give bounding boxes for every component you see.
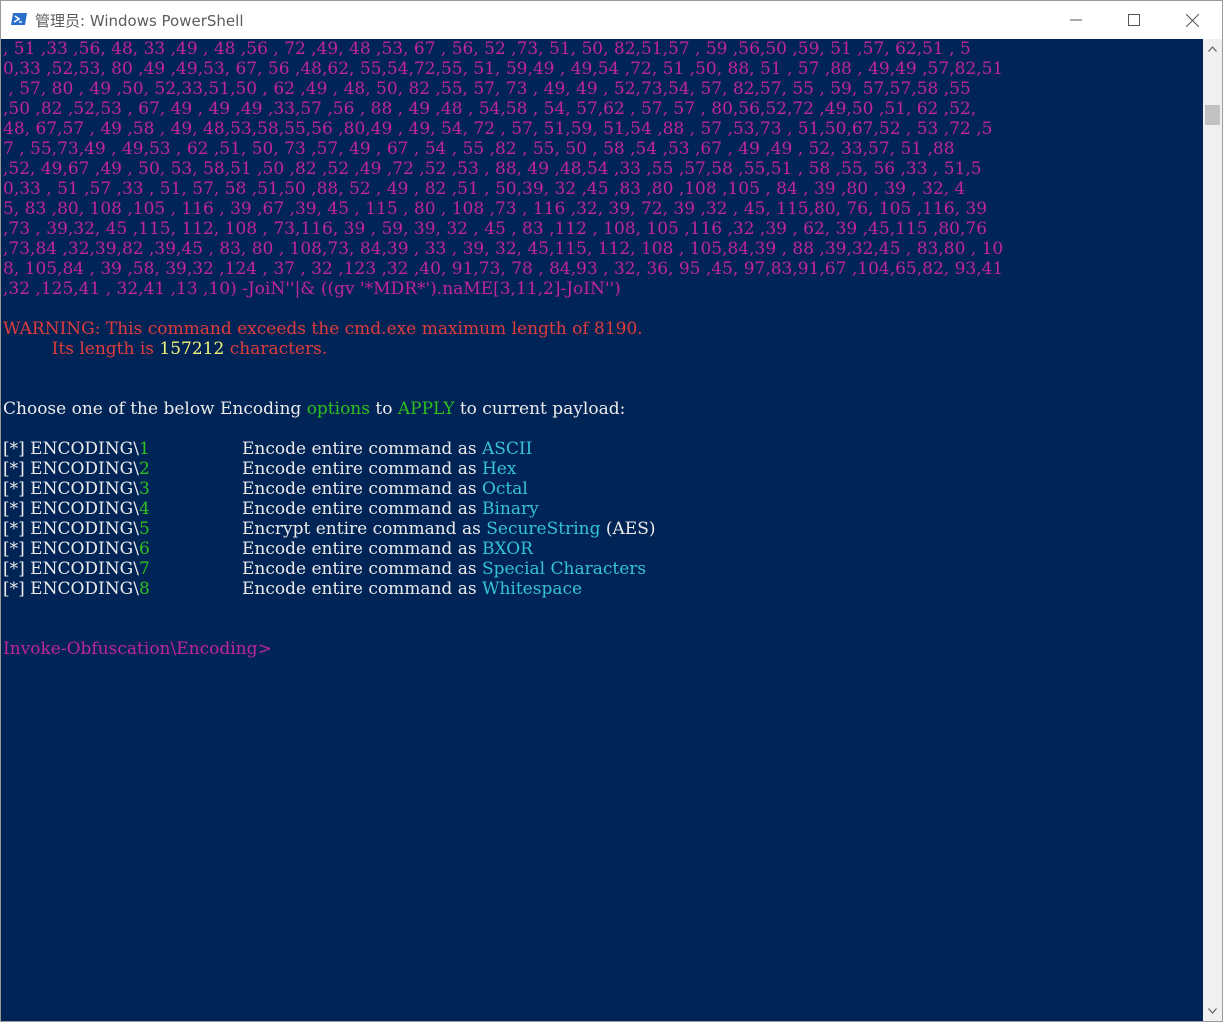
payload-line: , 51 ,33 ,56, 48, 33 ,49 , 48 ,56 , 72 ,… [3,39,971,59]
payload-line: ,32 ,125,41 , 32,41 ,13 ,10) -JoiN''|& (… [3,279,621,299]
option-prefix: [*] ENCODING\ [3,459,139,479]
option-method: Whitespace [481,579,583,599]
payload-line: ,73 , 39,32, 45 ,115, 112, 108 , 73,116,… [3,219,988,239]
option-number: 6 [138,539,150,559]
powershell-window: 管理员: Windows PowerShell , 51 ,33 ,56, 48… [0,0,1223,1022]
option-description: Encode entire command as [242,479,482,499]
options-keyword: options [306,399,370,419]
window-title: 管理员: Windows PowerShell [35,12,244,30]
option-description: Encode entire command as [242,559,482,579]
payload-line: ,73,84 ,32,39,82 ,39,45 , 83, 80 , 108,7… [3,239,1004,259]
option-prefix: [*] ENCODING\ [3,439,139,459]
encoding-option-5: [*] ENCODING\5 Encrypt entire command as … [3,519,1193,539]
maximize-icon [1128,14,1140,26]
option-prefix: [*] ENCODING\ [3,559,139,579]
option-method: Hex [481,459,517,479]
scrollbar-thumb[interactable] [1205,105,1220,125]
payload-line: , 57, 80 , 49 ,50, 52,33,51,50 , 62 ,49 … [3,79,971,99]
powershell-icon [11,11,27,27]
option-description: Encode entire command as [242,499,482,519]
payload-line: 5, 83 ,80, 108 ,105 , 116 , 39 ,67 ,39, … [3,199,988,219]
payload-line: 0,33 ,52,53, 80 ,49 ,49,53, 67, 56 ,48,6… [3,59,1004,79]
vertical-scrollbar[interactable] [1203,39,1222,1021]
warning-length-label: Its length is [51,339,160,359]
encoding-option-2: [*] ENCODING\2 Encode entire command as H… [3,459,1193,479]
payload-line: 8, 105,84 , 39 ,58, 39,32 ,124 , 37 , 32… [3,259,1004,279]
encoding-option-7: [*] ENCODING\7 Encode entire command as S… [3,559,1193,579]
option-description: Encode entire command as [242,459,482,479]
encoding-option-6: [*] ENCODING\6 Encode entire command as B… [3,539,1193,559]
option-prefix: [*] ENCODING\ [3,499,139,519]
payload-line: 0,33 , 51 ,57 ,33 , 51, 57, 58 ,51,50 ,8… [3,179,966,199]
option-description: Encode entire command as [242,539,482,559]
option-number: 8 [138,579,150,599]
option-prefix: [*] ENCODING\ [3,579,139,599]
close-button[interactable] [1163,1,1221,39]
apply-keyword: APPLY [397,399,455,419]
encoding-option-3: [*] ENCODING\3 Encode entire command as O… [3,479,1193,499]
option-description: Encrypt entire command as [242,519,487,539]
choose-prompt-text: Choose one of the below Encoding [3,399,307,419]
choose-prompt-text: to [369,399,398,419]
choose-prompt-text: to current payload: [454,399,626,419]
option-method: Octal [481,479,528,499]
close-icon [1185,13,1199,27]
option-number: 1 [138,439,150,459]
warning-text: This command exceeds the cmd.exe maximum… [105,319,643,339]
payload-line: 48, 67,57 , 49 ,58 , 49, 48,53,58,55,56 … [3,119,993,139]
option-suffix: (AES) [600,519,656,539]
scroll-up-button[interactable] [1203,39,1222,59]
option-description: Encode entire command as [242,439,482,459]
option-method: Binary [481,499,539,519]
option-number: 7 [138,559,150,579]
console-output[interactable]: , 51 ,33 ,56, 48, 33 ,49 , 48 ,56 , 72 ,… [1,39,1203,1021]
minimize-icon [1070,19,1082,21]
command-prompt[interactable]: Invoke-Obfuscation\Encoding> [3,639,272,659]
option-number: 2 [138,459,150,479]
option-number: 3 [138,479,150,499]
option-prefix: [*] ENCODING\ [3,479,139,499]
option-description: Encode entire command as [242,579,482,599]
warning-indent [3,339,52,359]
warning-line: WARNING: This command exceeds the cmd.ex… [3,319,643,339]
scroll-down-button[interactable] [1203,1001,1222,1021]
warning-prefix: WARNING: [3,319,106,339]
option-prefix: [*] ENCODING\ [3,539,139,559]
payload-line: 7 , 55,73,49 , 49,53 , 62 ,51, 50, 73 ,5… [3,139,955,159]
warning-length-suffix: characters. [224,339,328,359]
option-method: BXOR [481,539,534,559]
encoding-option-1: [*] ENCODING\1 Encode entire command as A… [3,439,1193,459]
payload-line: ,52, 49,67 ,49 , 50, 53, 58,51 ,50 ,82 ,… [3,159,982,179]
encoding-option-4: [*] ENCODING\4 Encode entire command as B… [3,499,1193,519]
option-method: Special Characters [481,559,647,579]
encoding-option-8: [*] ENCODING\8 Encode entire command as W… [3,579,1193,599]
option-number: 5 [138,519,150,539]
title-bar[interactable]: 管理员: Windows PowerShell [1,1,1222,39]
maximize-button[interactable] [1105,1,1163,39]
choose-prompt: Choose one of the below Encoding options… [3,399,625,419]
option-method: SecureString [486,519,601,539]
payload-line: ,50 ,82 ,52,53 , 67, 49 , 49 ,49 ,33,57 … [3,99,977,119]
chevron-up-icon [1208,46,1217,52]
chevron-down-icon [1208,1008,1217,1014]
warning-length-line: Its length is 157212 characters. [3,339,328,359]
option-prefix: [*] ENCODING\ [3,519,139,539]
option-number: 4 [138,499,150,519]
option-method: ASCII [481,439,533,459]
warning-length-value: 157212 [159,339,225,359]
minimize-button[interactable] [1047,1,1105,39]
